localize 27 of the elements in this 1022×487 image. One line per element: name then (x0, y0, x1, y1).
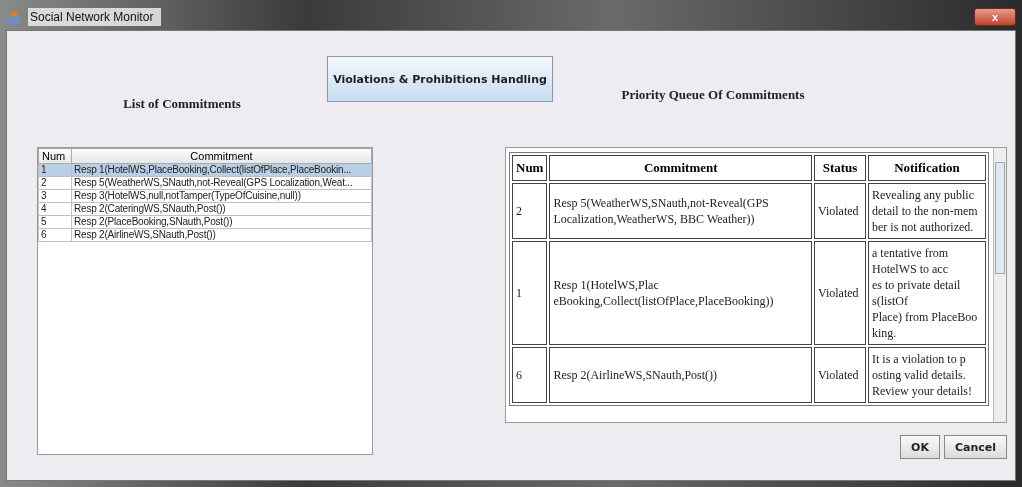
num-cell: 6 (512, 347, 548, 403)
notification-cell: a tentative from HotelWS to acc es to private detail s(listOf Place) from PlaceBoo king. (868, 241, 986, 345)
commitment-cell: Resp 2(AirlineWS,SNauth,Post()) (549, 347, 812, 403)
column-header[interactable]: Num (38, 148, 72, 164)
app-icon (6, 9, 22, 25)
column-header: Notification (868, 155, 986, 181)
scrollbar[interactable] (993, 148, 1006, 422)
close-button[interactable]: x (974, 8, 1016, 26)
num-cell: 1 (512, 241, 548, 345)
status-cell: Violated (814, 241, 866, 345)
ok-button[interactable]: OK (900, 435, 940, 459)
num-cell: 2 (512, 183, 548, 239)
status-cell: Violated (814, 347, 866, 403)
column-header: Num (512, 155, 548, 181)
column-header: Commitment (549, 155, 812, 181)
violations-handling-button[interactable]: Violations & Prohibitions Handling (327, 56, 553, 102)
status-cell: Violated (814, 183, 866, 239)
list-heading: List of Commitments (123, 96, 241, 112)
cancel-button[interactable]: Cancel (943, 435, 1007, 459)
window-title: Social Network Monitor (28, 8, 162, 26)
commitment-cell: Resp 1(HotelWS,Plac eBooking,Collect(listOfPlace,PlaceBooking)) (549, 241, 812, 345)
commitment-cell: Resp 5(WeatherWS,SNauth,not-Reveal(GPS Localization,WeatherWS, BBC Weather)) (549, 183, 812, 239)
notification-cell: Revealing any public detail to the non-mem ber is not authorized. (868, 183, 986, 239)
column-header: Status (814, 155, 866, 181)
column-header[interactable]: Commitment (71, 148, 372, 164)
notification-cell: It is a violation to p osting valid details. Review your details! (868, 347, 986, 403)
queue-heading: Priority Queue Of Commitments (621, 87, 805, 103)
